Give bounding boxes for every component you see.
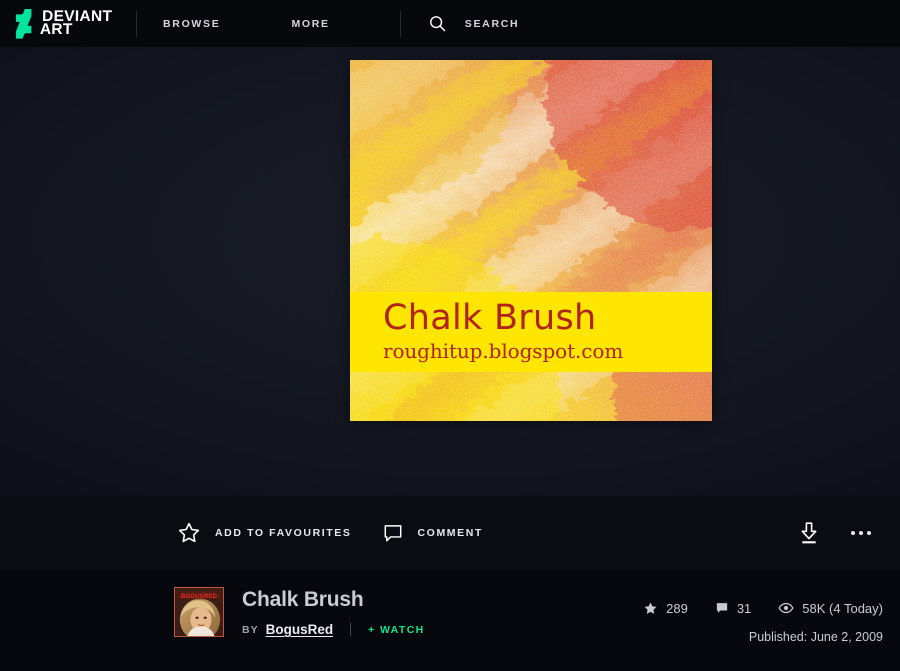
comment-button[interactable]: COMMENT — [382, 522, 483, 544]
stat-comments-value: 31 — [736, 600, 752, 616]
star-outline-icon — [178, 522, 200, 543]
page-title[interactable]: Chalk Brush — [242, 588, 425, 611]
deviation-toolbar: ADD TO FAVOURITES COMMENT — [0, 496, 900, 570]
comment-label: COMMENT — [417, 527, 483, 539]
avatar-image: BOGUSRED — [175, 588, 223, 636]
add-to-favourites-button[interactable]: ADD TO FAVOURITES — [177, 521, 352, 545]
site-header: DEVIANT ART BROWSE MORE SEARCH — [0, 0, 900, 47]
stat-views[interactable]: 58K (4 Today) — [778, 600, 883, 616]
deviantart-wordmark: DEVIANT ART — [39, 8, 113, 39]
header-divider-2 — [399, 10, 401, 37]
search-label: SEARCH — [464, 17, 520, 30]
search-button[interactable]: SEARCH — [429, 15, 520, 32]
avatar[interactable]: BOGUSRED — [174, 587, 224, 637]
by-label: BY — [242, 623, 259, 636]
artwork-stage: Chalk Brush roughitup.blogspot.com — [0, 47, 900, 496]
logo-line-2: ART — [39, 21, 73, 39]
published-date: Published: June 2, 2009 — [748, 630, 883, 644]
artwork-banner-subtitle: roughitup.blogspot.com — [383, 339, 624, 364]
ellipsis-dot-2 — [859, 531, 863, 535]
add-to-favourites-label: ADD TO FAVOURITES — [215, 527, 352, 539]
deviation-info-bar: BOGUSRED Chalk Brush BY BogusRed + WATCH — [0, 570, 900, 671]
star-filled-icon — [644, 602, 657, 614]
stat-comments[interactable]: 31 — [715, 601, 751, 616]
stat-views-value: 58K (4 Today) — [802, 600, 883, 616]
deviation-stats: 289 31 58K (4 Today) Published: June 2, … — [643, 600, 883, 644]
deviantart-logo[interactable]: DEVIANT ART — [14, 8, 118, 40]
eye-icon — [778, 602, 794, 614]
nav-item-more[interactable]: MORE — [291, 18, 329, 30]
deviation-identity: BOGUSRED Chalk Brush BY BogusRed + WATCH — [174, 587, 425, 637]
svg-text:BOGUSRED: BOGUSRED — [181, 593, 218, 600]
stat-favourites[interactable]: 289 — [643, 601, 688, 616]
author-link[interactable]: BogusRed — [266, 622, 334, 637]
search-icon — [429, 16, 446, 32]
deviation-meta: Chalk Brush BY BogusRed + WATCH — [242, 587, 425, 637]
nav-item-browse[interactable]: BROWSE — [163, 18, 220, 30]
artwork-image[interactable]: Chalk Brush roughitup.blogspot.com — [350, 60, 712, 421]
ellipsis-dot-3 — [867, 531, 871, 535]
deviantart-logo-icon — [15, 8, 32, 39]
speech-bubble-icon — [384, 525, 401, 542]
ellipsis-dot-1 — [851, 531, 855, 535]
toolbar-right-actions — [797, 520, 875, 546]
deviantart-deviation-page: DEVIANT ART BROWSE MORE SEARCH Chalk Bru… — [0, 0, 900, 671]
header-divider-1 — [136, 10, 137, 37]
watch-button[interactable]: + WATCH — [368, 624, 425, 636]
more-options-button[interactable] — [847, 523, 875, 543]
download-icon[interactable] — [797, 520, 821, 546]
artwork-banner-title: Chalk Brush — [383, 297, 597, 338]
stats-row: 289 31 58K (4 Today) — [643, 600, 883, 616]
stat-favourites-value: 289 — [666, 600, 688, 616]
byline-divider — [350, 623, 352, 637]
byline: BY BogusRed + WATCH — [242, 622, 425, 637]
comment-filled-icon — [716, 603, 727, 613]
artwork-banner: Chalk Brush roughitup.blogspot.com — [350, 292, 712, 372]
